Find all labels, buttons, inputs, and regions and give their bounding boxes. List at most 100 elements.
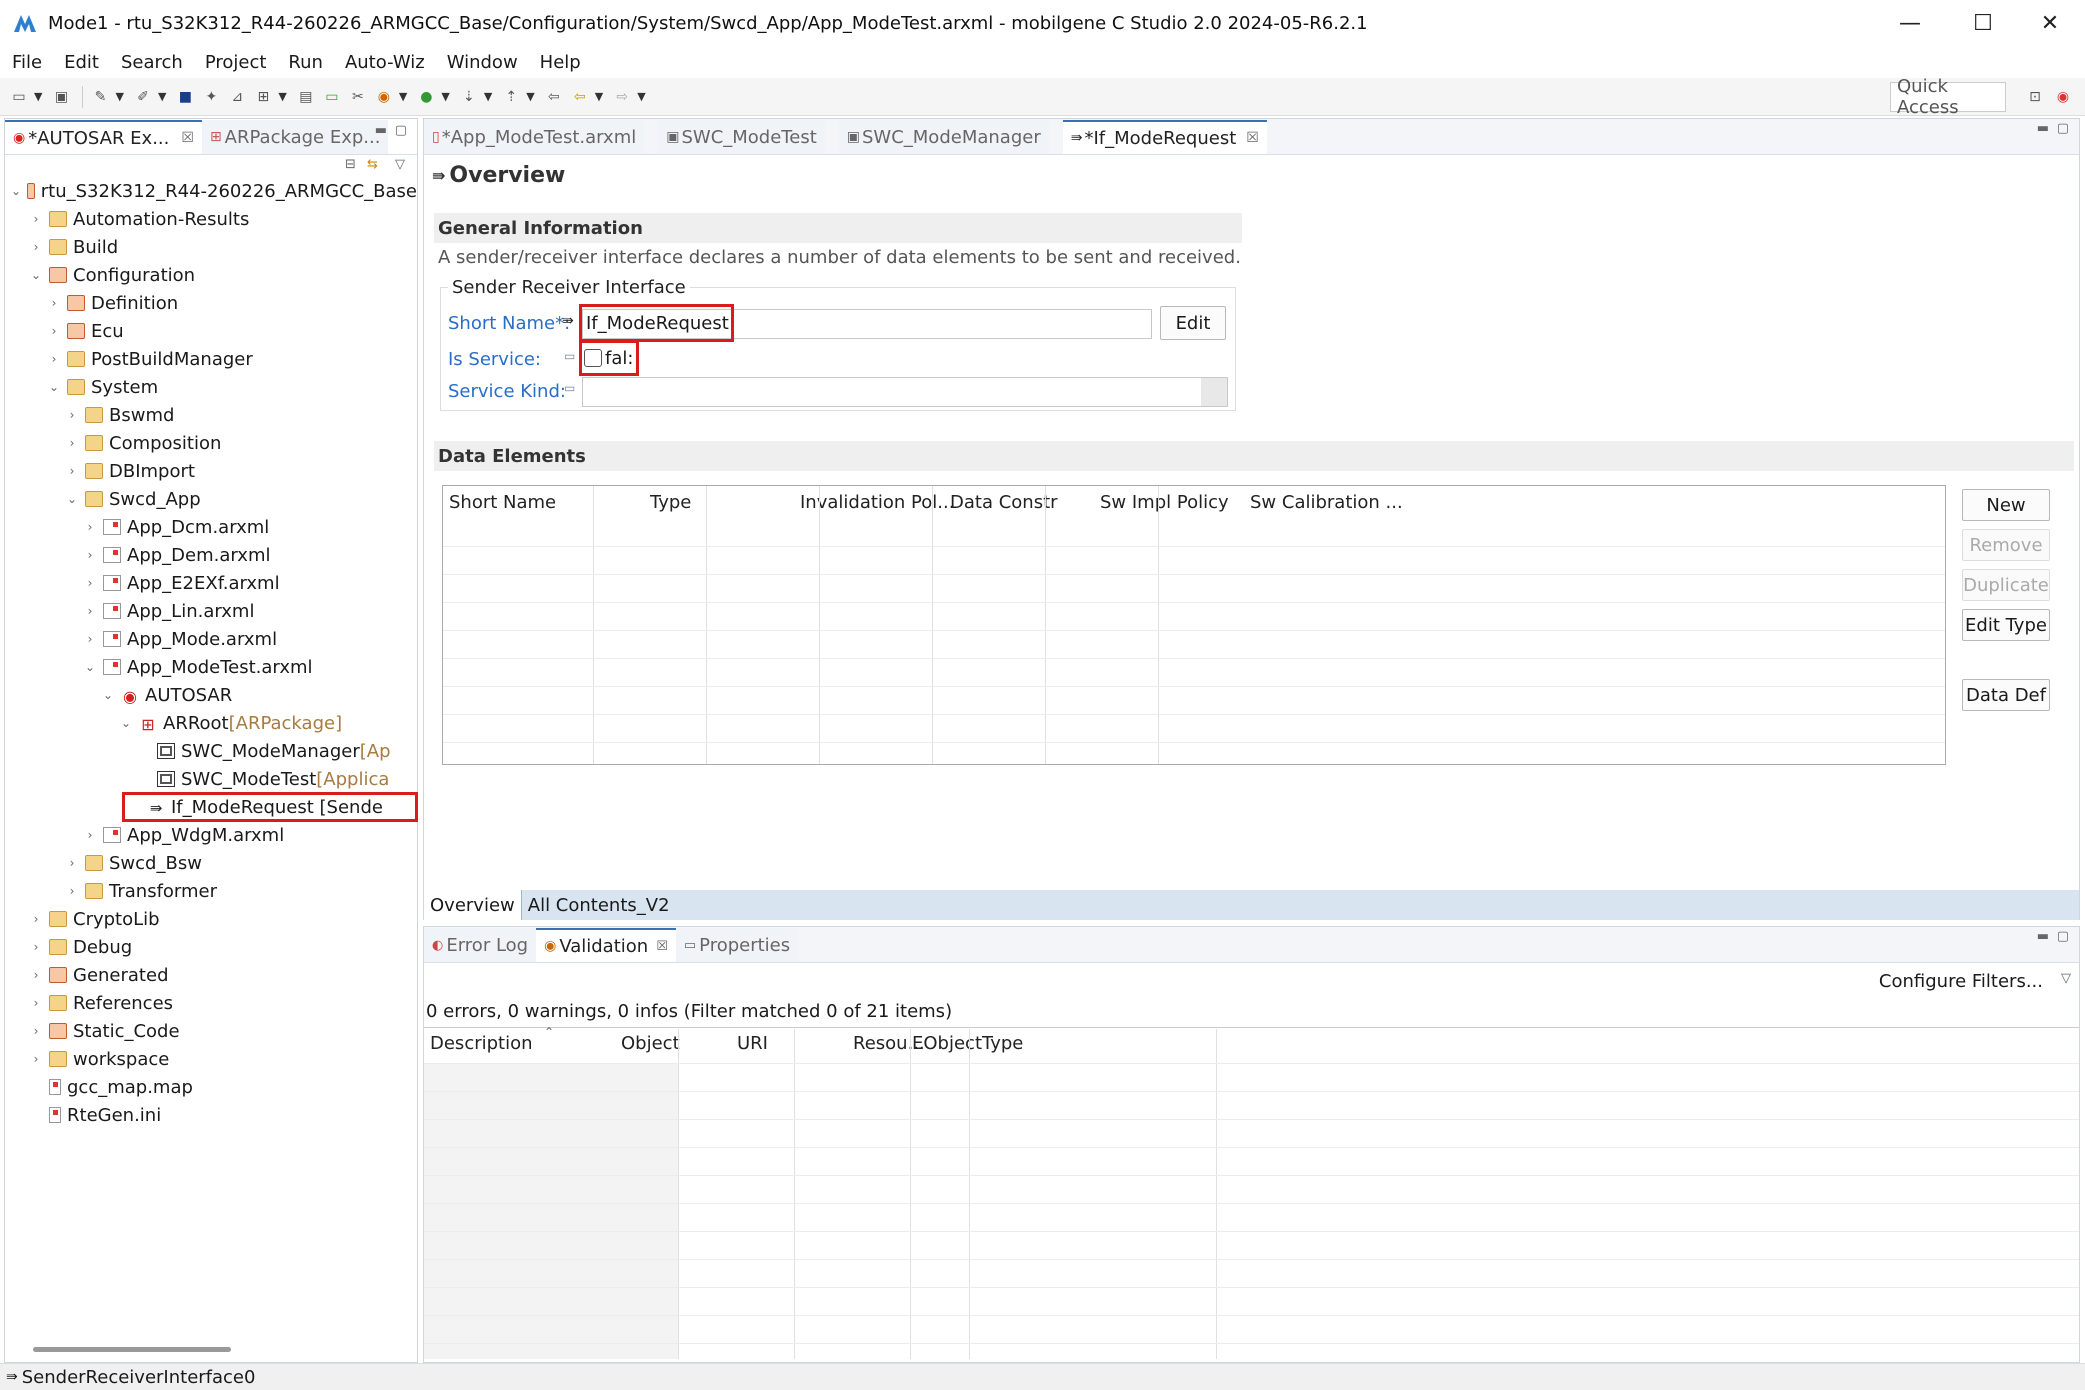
collapse-icon[interactable]: › [29,940,43,954]
tree-item[interactable]: › Bswmd [5,401,417,429]
tree-item[interactable]: › App_Dcm.arxml [5,513,417,541]
chevron-down-icon[interactable]: ▼ [158,90,166,103]
tab-app-modetest-arxml[interactable]: ▯ *App_ModeTest.arxml [424,120,645,154]
chevron-down-icon[interactable]: ▼ [595,90,603,103]
expand-icon[interactable]: ⌄ [83,660,97,674]
edit-button[interactable]: Edit [1160,306,1226,340]
edit-type-button[interactable]: Edit Type [1962,609,2050,641]
tree-item[interactable]: › Ecu [5,317,417,345]
tree-item[interactable]: › App_E2EXf.arxml [5,569,417,597]
expand-icon[interactable]: ⌄ [119,716,133,730]
new-button[interactable]: New [1962,489,2050,521]
tab-all-contents[interactable]: All Contents_V2 [522,895,676,916]
collapse-all-icon[interactable]: ⊟ [345,157,356,172]
short-name-value[interactable]: If_ModeRequest [579,304,734,342]
general-info-header[interactable]: General Information [434,213,1242,243]
collapse-icon[interactable]: › [83,828,97,842]
new-icon[interactable]: ▭ [8,86,30,108]
expand-icon[interactable]: ⌄ [65,492,79,506]
tab-error-log[interactable]: ◐ Error Log [424,928,537,962]
chevron-down-icon[interactable]: ▼ [484,90,492,103]
duplicate-button[interactable]: Duplicate [1962,569,2050,601]
is-service-checkbox[interactable] [584,349,602,367]
tree-item[interactable]: ⌄ ◉ AUTOSAR [5,681,417,709]
data-def-button[interactable]: Data Def [1962,679,2050,711]
collapse-icon[interactable]: › [47,296,61,310]
debug-icon[interactable]: ● [415,86,437,108]
minimize-button[interactable]: — [1880,0,1940,46]
chevron-down-icon[interactable]: ▼ [526,90,534,103]
tree-item[interactable]: › DBImport [5,457,417,485]
tree-item[interactable]: › workspace [5,1045,417,1073]
expand-icon[interactable]: ⌄ [47,380,61,394]
menu-autowiz[interactable]: Auto-Wiz [345,52,425,73]
maximize-icon[interactable]: ▢ [395,123,407,138]
menu-run[interactable]: Run [288,52,323,73]
nav2-icon[interactable]: ⇡ [500,86,522,108]
view-menu-icon[interactable]: ▽ [2061,971,2071,986]
close-icon[interactable]: ☒ [656,939,668,954]
tree-item[interactable]: RteGen.ini [5,1101,417,1129]
view-menu-icon[interactable]: ▽ [395,157,405,172]
collapse-icon[interactable]: › [65,408,79,422]
data-elements-header[interactable]: Data Elements [434,441,2074,471]
tree-item[interactable]: ⌄ App_ModeTest.arxml [5,653,417,681]
tree-item[interactable]: gcc_map.map [5,1073,417,1101]
tree-item[interactable]: ⌄ System [5,373,417,401]
column-header[interactable]: Sw Calibration ... [1250,492,1403,513]
expand-icon[interactable]: ⌄ [11,184,21,198]
collapse-icon[interactable]: › [83,632,97,646]
tab-if-moderequest[interactable]: ⇛ *If_ModeRequest ☒ [1062,120,1267,154]
column-header[interactable]: Object [621,1033,680,1054]
menu-project[interactable]: Project [205,52,267,73]
tree-item[interactable]: › Debug [5,933,417,961]
close-icon[interactable]: ☒ [1246,130,1259,146]
close-button[interactable]: ✕ [2020,0,2080,46]
maximize-icon[interactable]: ▢ [2057,121,2069,136]
tool-icon[interactable]: ■ [174,86,196,108]
collapse-icon[interactable]: › [29,1024,43,1038]
tree-item[interactable]: › Generated [5,961,417,989]
chevron-down-icon[interactable]: ▼ [637,90,645,103]
tree-item[interactable]: › Swcd_Bsw [5,849,417,877]
tree-item[interactable]: › CryptoLib [5,905,417,933]
tree-item[interactable]: › Composition [5,429,417,457]
collapse-icon[interactable]: › [47,324,61,338]
column-header[interactable]: Short Name [449,492,556,513]
tree-item[interactable]: ⌄ ⊞ ARRoot [ARPackage] [5,709,417,737]
collapse-icon[interactable]: › [47,352,61,366]
perspective-icon[interactable]: ⊡ [2024,86,2046,108]
tree-item[interactable]: › App_Dem.arxml [5,541,417,569]
collapse-icon[interactable]: › [29,912,43,926]
tree-item[interactable]: › PostBuildManager [5,345,417,373]
collapse-icon[interactable]: › [29,240,43,254]
tab-swc-modemanager[interactable]: ▣ SWC_ModeManager [838,120,1049,154]
collapse-icon[interactable]: › [65,856,79,870]
tab-autosar-explorer[interactable]: ◉ *AUTOSAR Ex... ☒ [5,120,202,154]
tree-item[interactable]: ⌄ Configuration [5,261,417,289]
generate-icon[interactable]: ✐ [132,86,154,108]
tree-item[interactable]: › App_Lin.arxml [5,597,417,625]
back-alt-icon[interactable]: ⇦ [569,86,591,108]
data-elements-table[interactable]: Short Name Type Invalidation Pol... Data… [442,485,1946,765]
warning-icon[interactable]: ◉ [373,86,395,108]
validation-table[interactable]: Description ⌃ Object URI Resou... EObjec… [424,1025,2079,1359]
back-icon[interactable]: ⇦ [543,86,565,108]
menu-search[interactable]: Search [121,52,183,73]
configure-filters-link[interactable]: Configure Filters... [1879,971,2043,992]
tree-item[interactable]: SWC_ModeManager [Ap [5,737,417,765]
import-icon[interactable]: ⊞ [252,86,274,108]
collapse-icon[interactable]: › [65,464,79,478]
tab-swc-modetest[interactable]: ▣ SWC_ModeTest [658,120,825,154]
column-header[interactable]: Description [430,1033,533,1054]
remove-button[interactable]: Remove [1962,529,2050,561]
collapse-icon[interactable]: › [65,436,79,450]
tree-item[interactable]: ⇛ If_ModeRequest [Sende [122,792,418,822]
chevron-down-icon[interactable]: ▼ [278,90,286,103]
nav-icon[interactable]: ⇣ [458,86,480,108]
menu-help[interactable]: Help [540,52,581,73]
forward-icon[interactable]: ⇨ [611,86,633,108]
column-header[interactable]: EObjectType [912,1033,1023,1054]
collapse-icon[interactable]: › [83,520,97,534]
short-name-label[interactable]: Short Name*: [448,313,570,334]
